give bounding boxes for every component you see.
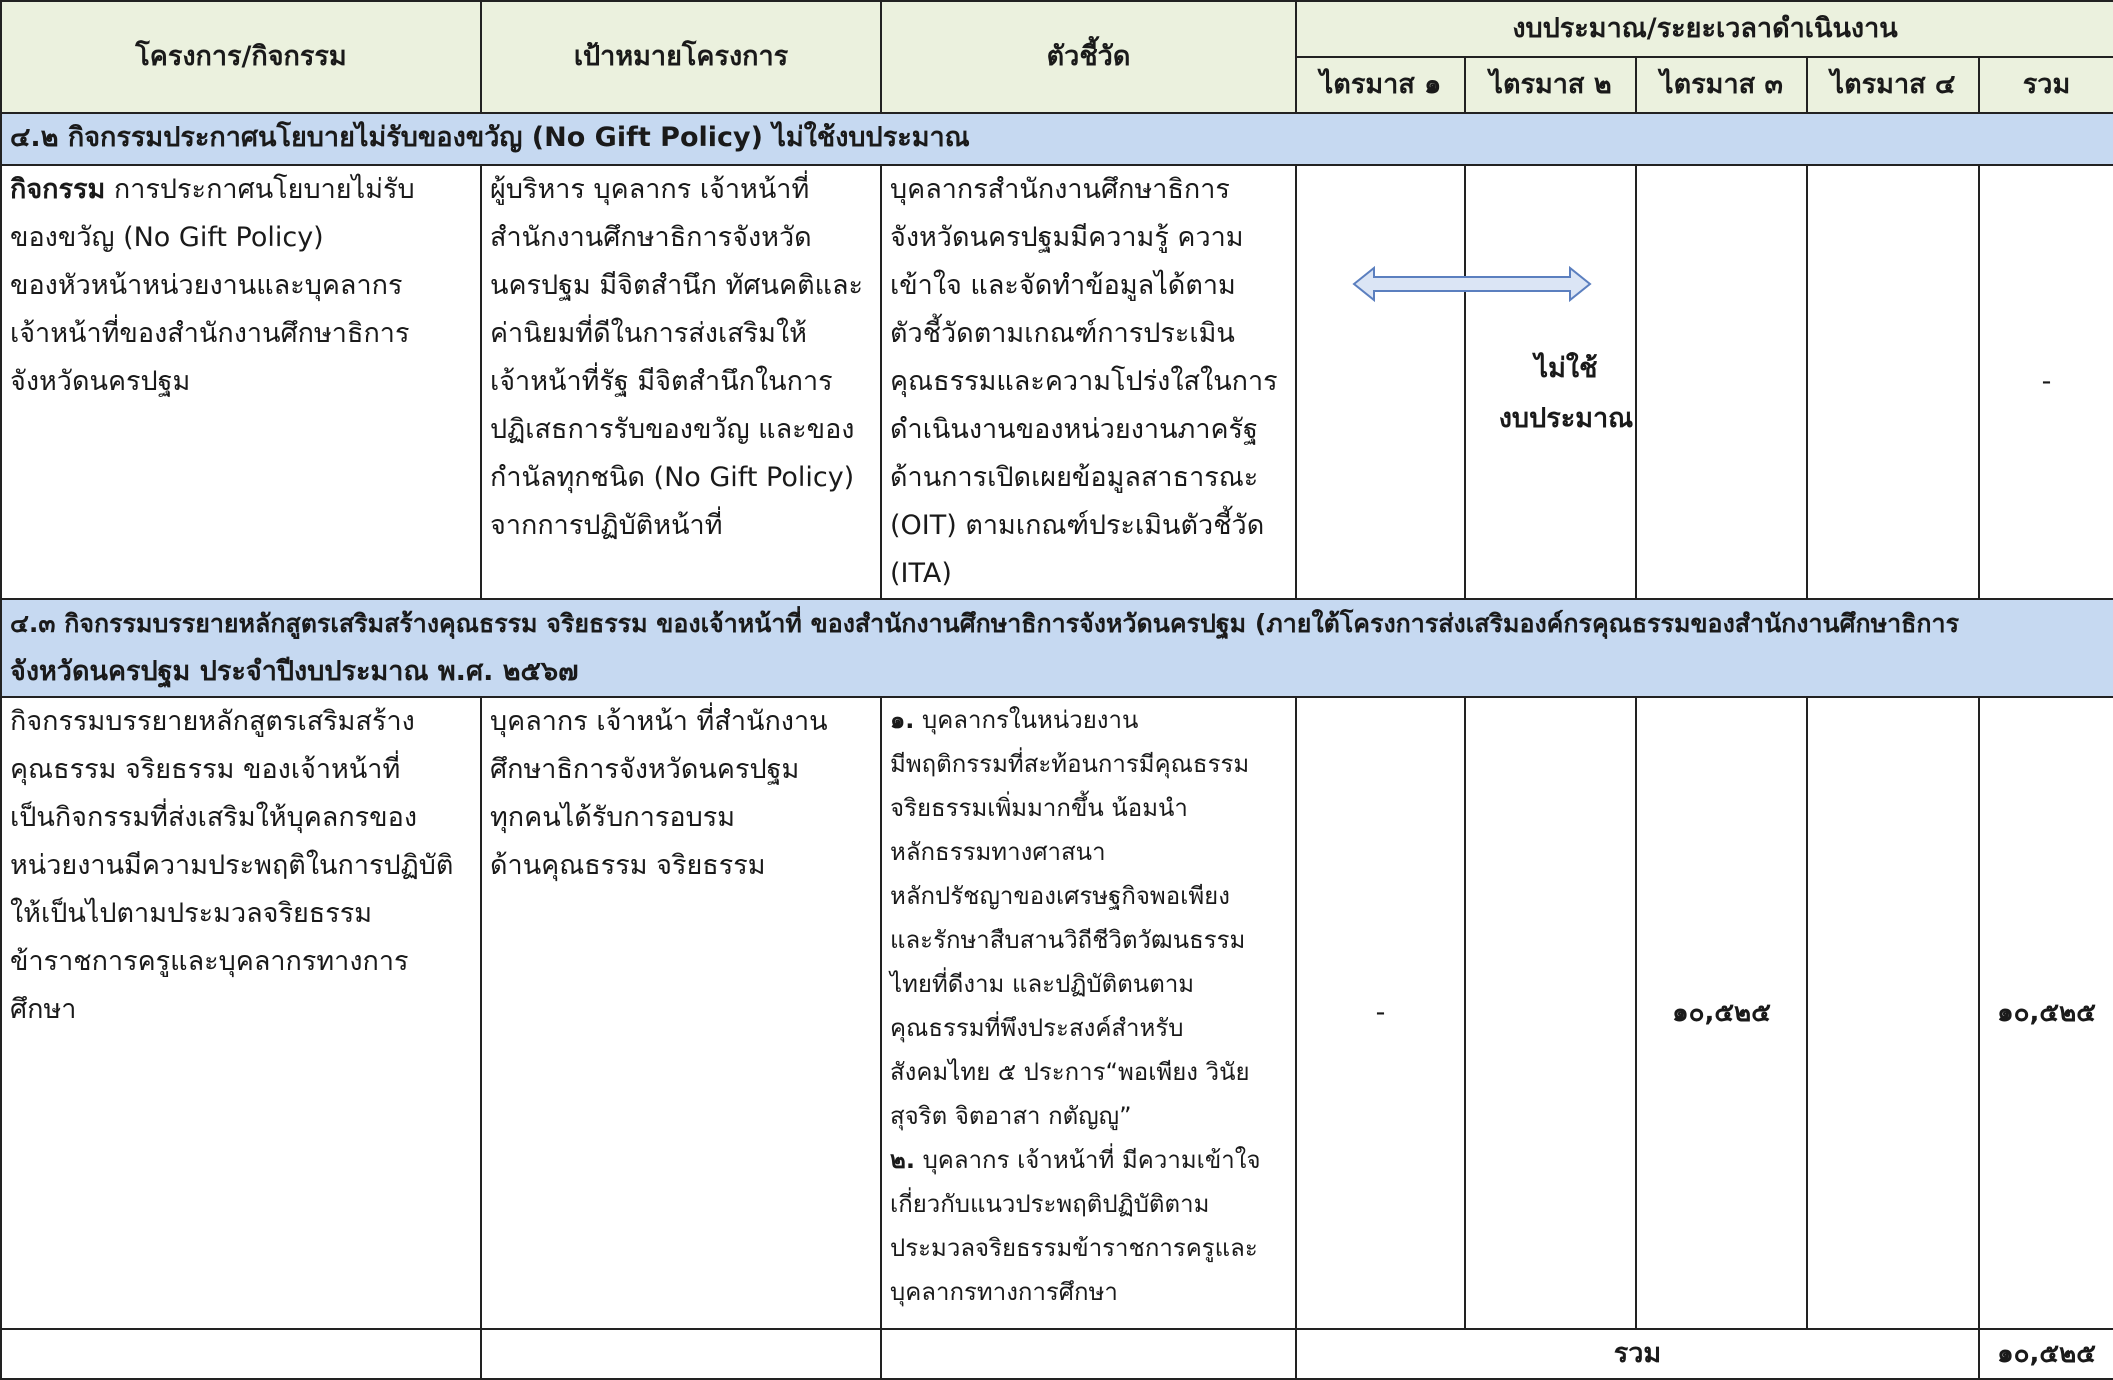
- section-42-q1: ไม่ใช้ งบประมาณ: [1295, 164, 1633, 600]
- section-43-q3: ๑๐,๕๒๕: [1635, 696, 1808, 1330]
- indicator-line: สุจริต จิตอาสา กตัญญู”: [890, 1102, 1132, 1130]
- footer-total: ๑๐,๕๒๕: [1977, 1328, 2113, 1380]
- indicator-line: เกี่ยวกับแนวประพฤติปฏิบัติตาม: [890, 1190, 1210, 1218]
- goal-line: บุคลากร เจ้าหน้า ที่สำนักงาน: [490, 706, 828, 737]
- indicator-line: บุคลากรสำนักงานศึกษาธิการ: [890, 174, 1230, 205]
- activity-label: กิจกรรม: [10, 174, 106, 205]
- goal-line: จากการปฏิบัติหน้าที่: [490, 510, 723, 541]
- indicator-line: ไทยที่ดีงาม และปฏิบัติตนตาม: [890, 970, 1195, 998]
- section-43-q4: [1806, 696, 1980, 1330]
- goal-line: ผู้บริหาร บุคลากร เจ้าหน้าที่: [490, 174, 810, 205]
- section-43-goal: บุคลากร เจ้าหน้า ที่สำนักงาน ศึกษาธิการจ…: [480, 696, 882, 1330]
- activity-line: กิจกรรมบรรยายหลักสูตรเสริมสร้าง: [10, 706, 415, 737]
- activity-line: ของหัวหน้าหน่วยงานและบุคลากร: [10, 270, 403, 301]
- goal-line: ด้านคุณธรรม จริยธรรม: [490, 850, 766, 881]
- goal-line: กำนัลทุกชนิด (No Gift Policy): [490, 462, 855, 493]
- indicator-line: คุณธรรมที่พึงประสงค์สำหรับ: [890, 1014, 1184, 1042]
- indicator-line: บุคลากร เจ้าหน้าที่ มีความเข้าใจ: [914, 1146, 1261, 1174]
- goal-line: สำนักงานศึกษาธิการจังหวัด: [490, 222, 812, 253]
- no-budget-label: ไม่ใช้ งบประมาณ: [1466, 344, 1666, 444]
- indicator-line: บุคลากรทางการศึกษา: [890, 1278, 1118, 1306]
- activity-line: ให้เป็นไปตามประมวลจริยธรรม: [10, 898, 373, 929]
- indicator-line: (ITA): [890, 558, 952, 589]
- goal-line: เจ้าหน้าที่รัฐ มีจิตสำนึกในการ: [490, 366, 833, 397]
- activity-line: ศึกษา: [10, 994, 77, 1025]
- activity-line: คุณธรรม จริยธรรม ของเจ้าหน้าที่: [10, 754, 401, 785]
- section-42-goal: ผู้บริหาร บุคลากร เจ้าหน้าที่ สำนักงานศึ…: [480, 164, 882, 600]
- section-43-q2: [1464, 696, 1637, 1330]
- header-indicator: ตัวชี้วัด: [880, 0, 1297, 114]
- activity-line: หน่วยงานมีความประพฤติในการปฏิบัติ: [10, 850, 454, 881]
- indicator-line: มีพฤติกรรมที่สะท้อนการมีคุณธรรม: [890, 750, 1250, 778]
- header-project: โครงการ/กิจกรรม: [0, 0, 482, 114]
- header-q2: ไตรมาส ๒: [1464, 56, 1637, 114]
- footer-empty: [480, 1328, 882, 1380]
- section-43-title-line: ๔.๓ กิจกรรมบรรยายหลักสูตรเสริมสร้างคุณธร…: [10, 609, 1960, 638]
- section-42-activity: กิจกรรม การประกาศนโยบายไม่รับ ของขวัญ (N…: [0, 164, 482, 600]
- section-43-total: ๑๐,๕๒๕: [1977, 696, 2113, 1330]
- no-budget-line: ไม่ใช้: [1534, 353, 1598, 384]
- goal-line: ศึกษาธิการจังหวัดนครปฐม: [490, 754, 800, 785]
- no-budget-line: งบประมาณ: [1498, 403, 1634, 434]
- indicator-number: ๑.: [890, 706, 915, 734]
- indicator-line: ประมวลจริยธรรมข้าราชการครูและ: [890, 1234, 1258, 1262]
- header-q3: ไตรมาส ๓: [1635, 56, 1808, 114]
- indicator-line: เข้าใจ และจัดทำข้อมูลได้ตาม: [890, 270, 1236, 301]
- indicator-line: จังหวัดนครปฐมมีความรู้ ความ: [890, 222, 1244, 253]
- header-q4: ไตรมาส ๔: [1806, 56, 1980, 114]
- footer-empty: [880, 1328, 1297, 1380]
- indicator-number: ๒.: [890, 1146, 915, 1174]
- indicator-line: ตัวชี้วัดตามเกณฑ์การประเมิน: [890, 318, 1235, 349]
- indicator-line: สังคมไทย ๕ ประการ“พอเพียง วินัย: [890, 1058, 1250, 1086]
- goal-line: ค่านิยมที่ดีในการส่งเสริมให้: [490, 318, 807, 349]
- header-goal: เป้าหมายโครงการ: [480, 0, 882, 114]
- goal-line: นครปฐม มีจิตสำนึก ทัศนคติและ: [490, 270, 864, 301]
- section-43-q1: -: [1295, 696, 1466, 1330]
- indicator-line: หลักธรรมทางศาสนา: [890, 838, 1106, 866]
- footer-empty: [0, 1328, 482, 1380]
- footer-label: รวม: [1295, 1328, 1980, 1380]
- activity-line: เป็นกิจกรรมที่ส่งเสริมให้บุคลกรของ: [10, 802, 418, 833]
- section-43-title-line: จังหวัดนครปฐม ประจำปีงบประมาณ พ.ศ. ๒๕๖๗: [10, 656, 579, 687]
- header-q1: ไตรมาส ๑: [1295, 56, 1466, 114]
- double-arrow-icon: [1352, 265, 1592, 303]
- indicator-line: ดำเนินงานของหน่วยงานภาครัฐ: [890, 414, 1258, 445]
- section-43-title: ๔.๓ กิจกรรมบรรยายหลักสูตรเสริมสร้างคุณธร…: [0, 598, 2113, 698]
- indicator-line: หลักปรัชญาของเศรษฐกิจพอเพียง: [890, 882, 1230, 910]
- indicator-line: จริยธรรมเพิ่มมากขึ้น น้อมนำ: [890, 794, 1188, 822]
- header-total: รวม: [1977, 56, 2113, 114]
- indicator-line: ด้านการเปิดเผยข้อมูลสาธารณะ: [890, 462, 1259, 493]
- section-42-total: -: [1977, 164, 2113, 600]
- section-43-indicator: ๑. บุคลากรในหน่วยงาน มีพฤติกรรมที่สะท้อน…: [880, 696, 1297, 1330]
- indicator-line: คุณธรรมและความโปร่งใสในการ: [890, 366, 1278, 397]
- section-43-activity: กิจกรรมบรรยายหลักสูตรเสริมสร้าง คุณธรรม …: [0, 696, 482, 1330]
- section-42-q4: [1806, 164, 1980, 600]
- goal-line: ทุกคนได้รับการอบรม: [490, 802, 736, 833]
- activity-line: เจ้าหน้าที่ของสำนักงานศึกษาธิการ: [10, 318, 410, 349]
- activity-line: ของขวัญ (No Gift Policy): [10, 222, 324, 253]
- section-42-indicator: บุคลากรสำนักงานศึกษาธิการ จังหวัดนครปฐมม…: [880, 164, 1297, 600]
- goal-line: ปฏิเสธการรับของขวัญ และของ: [490, 414, 855, 445]
- section-42-title: ๔.๒ กิจกรรมประกาศนโยบายไม่รับของขวัญ (No…: [0, 112, 2113, 166]
- indicator-line: และรักษาสืบสานวิถีชีวิตวัฒนธรรม: [890, 926, 1246, 954]
- indicator-line: บุคลากรในหน่วยงาน: [914, 706, 1139, 734]
- indicator-line: (OIT) ตามเกณฑ์ประเมินตัวชี้วัด: [890, 510, 1265, 541]
- project-table: โครงการ/กิจกรรม เป้าหมายโครงการ ตัวชี้วั…: [0, 0, 2113, 1380]
- activity-line: จังหวัดนครปฐม: [10, 366, 191, 397]
- activity-line: การประกาศนโยบายไม่รับ: [105, 174, 415, 205]
- header-budget: งบประมาณ/ระยะเวลาดำเนินงาน: [1294, 0, 2113, 58]
- activity-line: ข้าราชการครูและบุคลากรทางการ: [10, 946, 409, 977]
